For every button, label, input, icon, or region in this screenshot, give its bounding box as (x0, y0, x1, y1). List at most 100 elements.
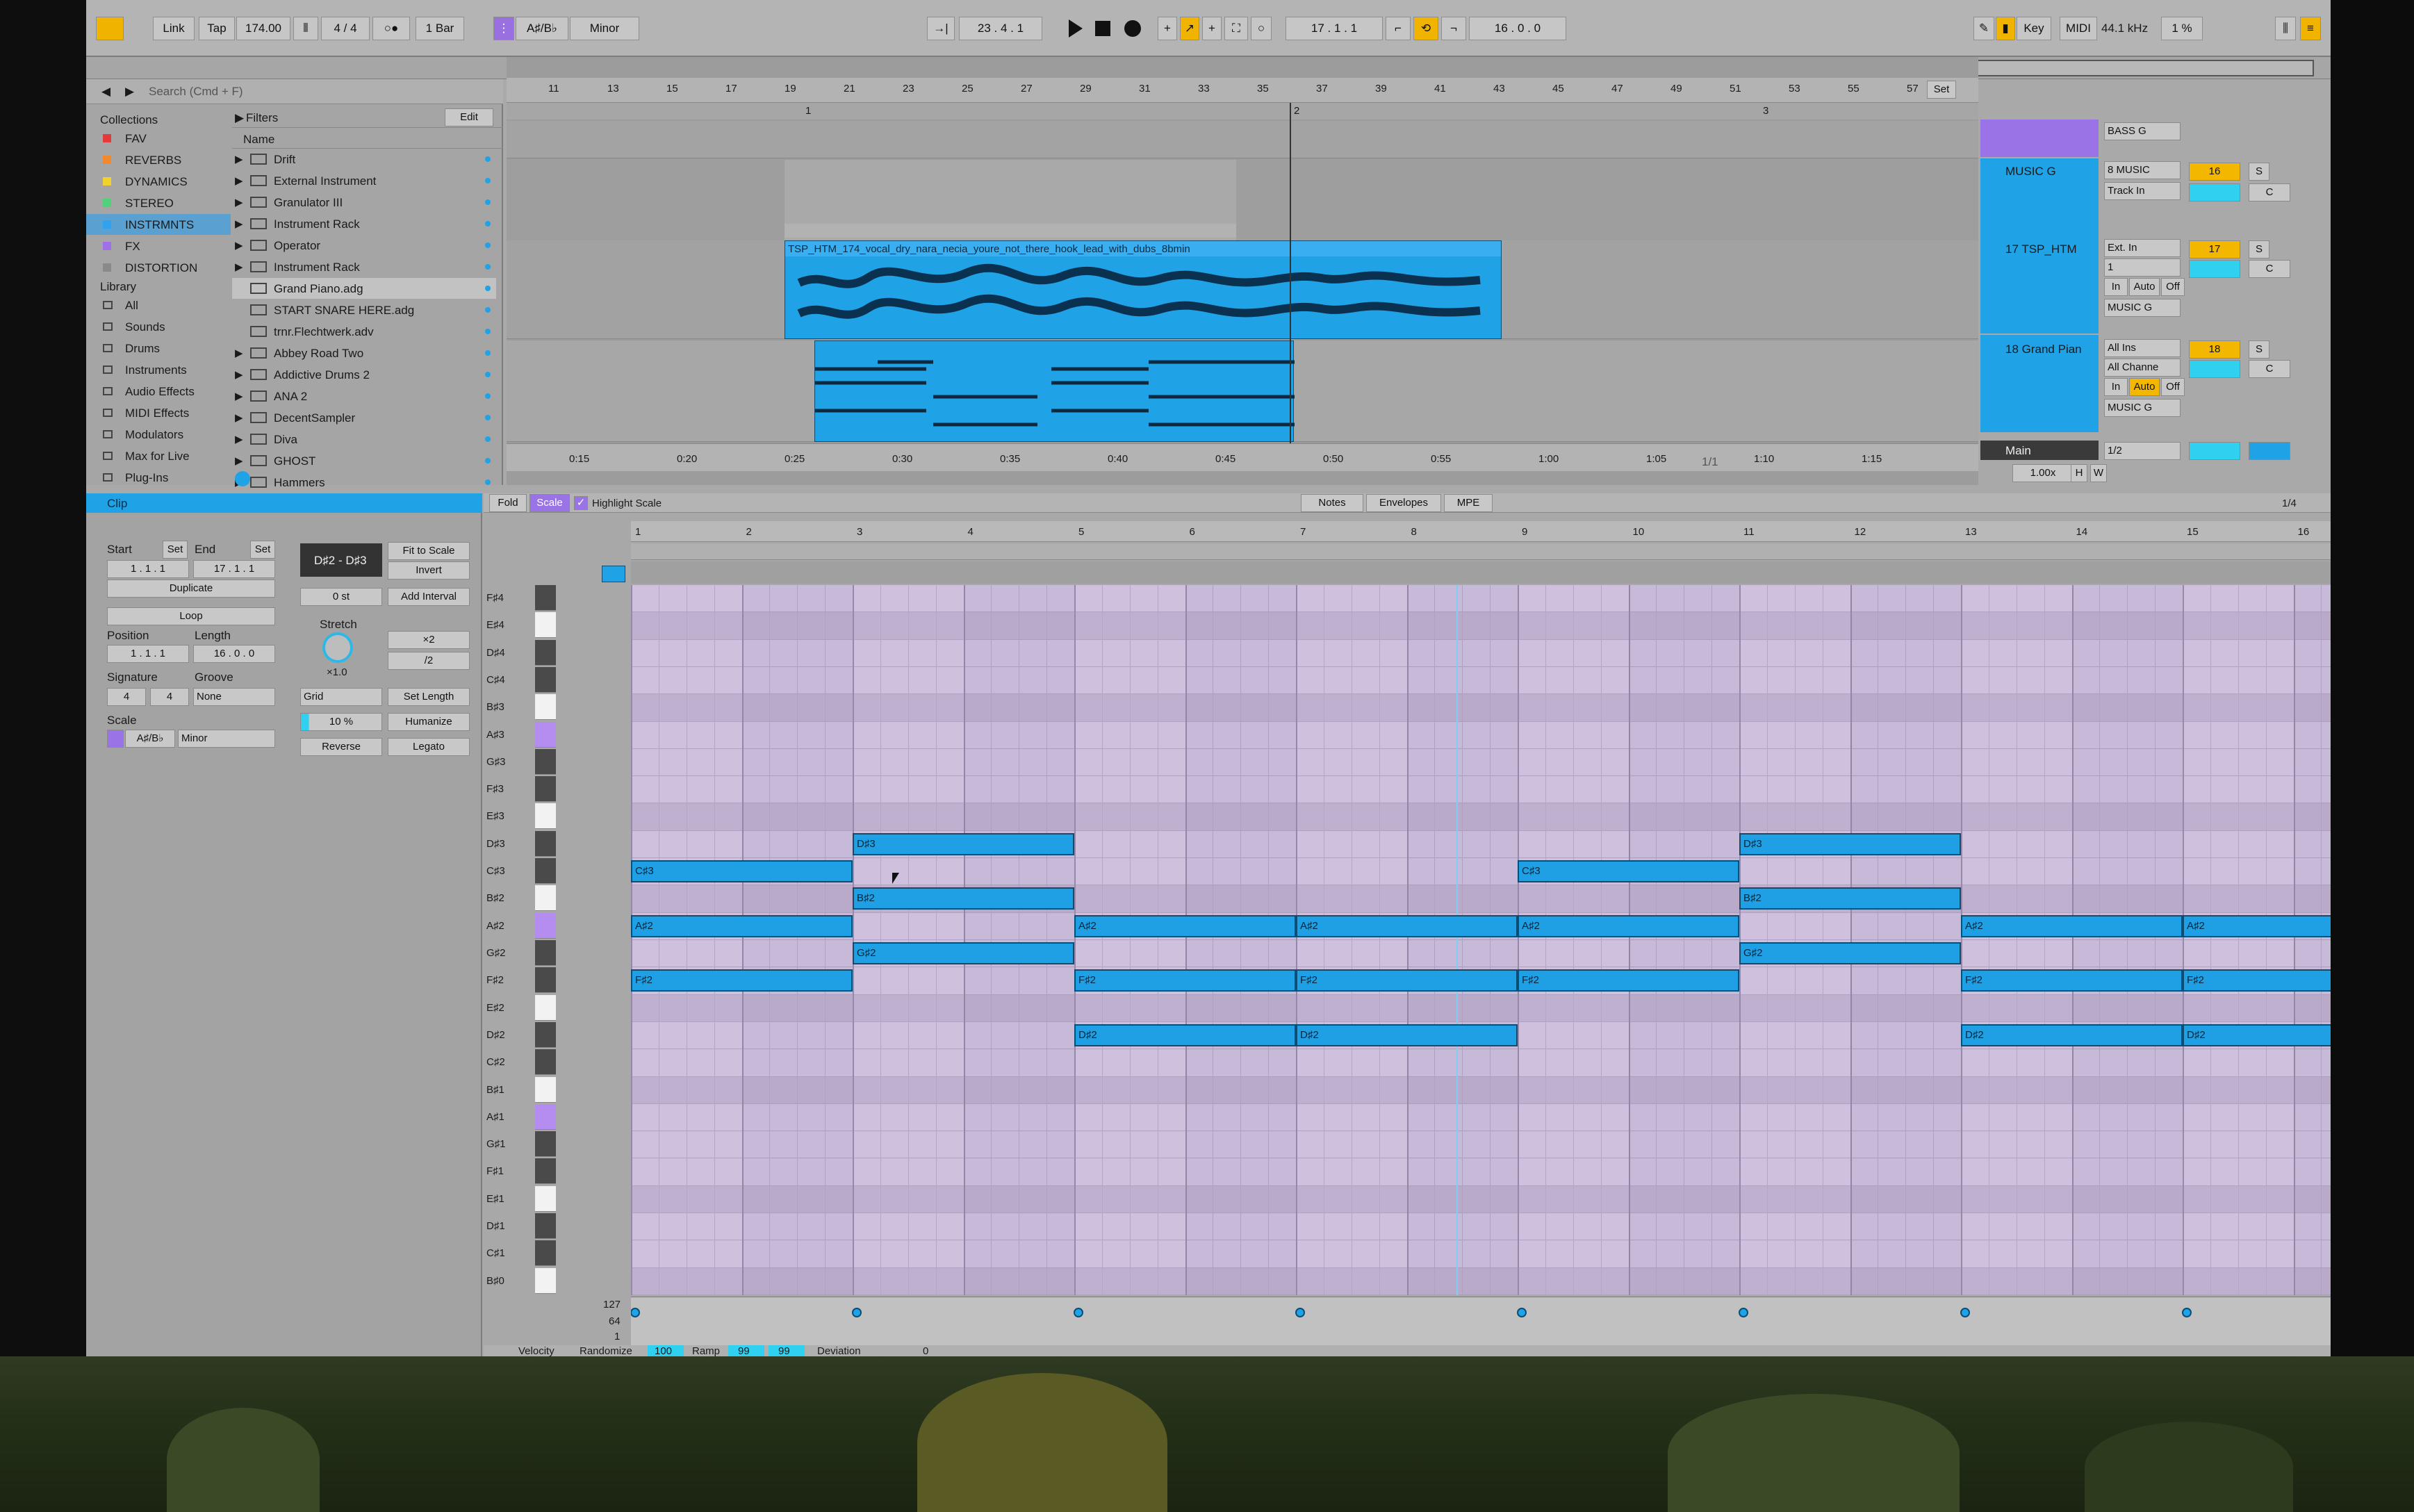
expand-icon[interactable]: ▶ (235, 434, 243, 445)
overview-toggle-icon[interactable]: ⫼ (2275, 17, 2296, 40)
piano-key[interactable] (535, 1131, 556, 1158)
width-toggle-button[interactable]: W (2090, 464, 2107, 482)
grid-dropdown[interactable]: Grid (300, 688, 382, 706)
library-item[interactable]: Instruments (86, 359, 231, 380)
piano-key[interactable] (535, 639, 556, 666)
loop-brace[interactable] (631, 543, 2331, 560)
expand-icon[interactable]: ▶ (235, 413, 243, 423)
start-field[interactable]: 1 . 1 . 1 (107, 560, 189, 578)
velocity-marker[interactable] (852, 1308, 862, 1317)
humanize-amount-field[interactable]: 10 % (300, 713, 382, 731)
highlight-scale-checkbox[interactable]: ✓ (574, 496, 588, 510)
midi-note[interactable]: D♯2 (1296, 1024, 1518, 1046)
piano-roll-scroll-strip[interactable] (631, 561, 2331, 584)
library-item[interactable]: Plug-Ins (86, 467, 231, 488)
legato-button[interactable]: Legato (388, 738, 470, 756)
piano-key[interactable] (535, 721, 556, 748)
add-folder-icon[interactable] (235, 471, 250, 486)
piano-keyboard[interactable]: F♯4 E♯4 D♯4 C♯4 B♯3 A♯3 G♯3 F♯3 E♯3 D♯3 C♯3 B♯2 A♯2 G… (484, 585, 631, 1295)
mpe-tab[interactable]: MPE (1444, 494, 1493, 512)
solo-button-music-group[interactable]: S (2249, 163, 2269, 181)
search-input[interactable]: Search (Cmd + F) (149, 85, 243, 97)
browser-item[interactable]: ▶ Drift (232, 149, 496, 170)
key-map-button[interactable]: Key (2017, 17, 2051, 40)
song-position-field[interactable]: 23 . 4 . 1 (959, 17, 1042, 40)
piano-key[interactable] (535, 940, 556, 966)
scale-toggle-icon[interactable] (107, 730, 124, 748)
input-dropdown-piano[interactable]: All Ins (2104, 339, 2181, 357)
expand-icon[interactable]: ▶ (235, 370, 243, 380)
piano-key[interactable] (535, 748, 556, 775)
midi-note[interactable]: A♯2 (1518, 914, 1739, 937)
input-dropdown-vocal[interactable]: Ext. In (2104, 239, 2181, 257)
play-icon[interactable] (1069, 19, 1083, 38)
menu-icon[interactable]: ≡ (2300, 17, 2321, 40)
velocity-marker[interactable] (1517, 1308, 1527, 1317)
add-interval-button[interactable]: Add Interval (388, 588, 470, 606)
piano-key[interactable] (535, 1021, 556, 1048)
half-button[interactable]: /2 (388, 652, 470, 670)
piano-key[interactable] (535, 994, 556, 1021)
midi-note[interactable]: A♯2 (1961, 914, 2183, 937)
pan-vocal[interactable]: C (2249, 260, 2290, 278)
zoom-field[interactable]: 1.00x (2012, 464, 2074, 482)
browser-item[interactable]: ▶ Abbey Road Two (232, 343, 496, 363)
piano-key[interactable] (535, 612, 556, 639)
midi-note[interactable]: F♯2 (1961, 969, 2183, 992)
piano-key[interactable] (535, 776, 556, 803)
view-toggle-button[interactable] (96, 17, 124, 40)
locator-marker[interactable]: 1 (805, 106, 811, 116)
velocity-lane[interactable] (631, 1297, 2331, 1345)
piano-key[interactable] (535, 694, 556, 721)
end-field[interactable]: 17 . 1 . 1 (193, 560, 275, 578)
piano-key[interactable] (535, 1049, 556, 1076)
punch-in-icon[interactable]: ⌐ (1386, 17, 1411, 40)
ramp-field-b[interactable]: 99 (769, 1345, 805, 1356)
browser-item[interactable]: ▶ ANA 2 (232, 386, 496, 406)
scale-mode-dropdown[interactable]: Minor (178, 730, 275, 748)
midi-note[interactable]: A♯2 (2183, 914, 2331, 937)
midi-map-button[interactable]: MIDI (2060, 17, 2097, 40)
fold-key-icon[interactable] (602, 566, 625, 582)
stop-icon[interactable] (1095, 21, 1110, 36)
browser-item[interactable]: ▶ DecentSampler (232, 407, 496, 428)
piano-key[interactable] (535, 912, 556, 939)
piano-key[interactable] (535, 1158, 556, 1185)
collection-item[interactable]: FAV (86, 128, 231, 149)
locator-marker[interactable]: 3 (1763, 106, 1768, 116)
position-field[interactable]: 1 . 1 . 1 (107, 645, 189, 663)
monitor-off-piano[interactable]: Off (2161, 378, 2185, 396)
signature-denominator[interactable]: 4 (150, 688, 189, 706)
length-field[interactable]: 16 . 0 . 0 (193, 645, 275, 663)
piano-key[interactable] (535, 1213, 556, 1240)
browser-item[interactable]: ▶ Instrument Rack (232, 213, 496, 234)
punch-out-icon[interactable]: ¬ (1441, 17, 1466, 40)
expand-icon[interactable]: ▶ (235, 176, 243, 186)
audio-clip[interactable]: TSP_HTM_174_vocal_dry_nara_necia_youre_n… (785, 240, 1502, 339)
browser-item[interactable]: ▶ Addictive Drums 2 (232, 364, 496, 385)
monitor-off-vocal[interactable]: Off (2161, 278, 2185, 296)
record-icon[interactable] (1124, 20, 1141, 37)
velocity-marker[interactable] (1074, 1308, 1083, 1317)
main-volume[interactable] (2189, 442, 2240, 460)
midi-note[interactable]: D♯2 (1961, 1024, 2183, 1046)
arrangement-view[interactable]: 11 13 15 17 19 21 23 25 27 29 31 33 35 37 39 41 43 45 47 49… (507, 57, 1978, 485)
midi-note[interactable]: F♯2 (2183, 969, 2331, 992)
loop-length-field[interactable]: 16 . 0 . 0 (1469, 17, 1566, 40)
deviation-value[interactable]: 0 (923, 1346, 928, 1356)
collection-item[interactable]: DISTORTION (86, 257, 231, 278)
tempo-field[interactable]: 174.00 (236, 17, 290, 40)
end-set-button[interactable]: Set (250, 541, 275, 559)
groove-dropdown[interactable]: None (193, 688, 275, 706)
velocity-marker[interactable] (1739, 1308, 1748, 1317)
browser-item[interactable]: ▶ Diva (232, 429, 496, 450)
expand-icon[interactable]: ▶ (235, 197, 243, 208)
scale-key-dropdown[interactable]: A♯/B♭ (516, 17, 568, 40)
piano-key[interactable] (535, 1240, 556, 1267)
fold-button[interactable]: Fold (489, 494, 527, 512)
velocity-marker[interactable] (1960, 1308, 1970, 1317)
tap-button[interactable]: Tap (199, 17, 235, 40)
browser-item[interactable]: ▶ GHOST (232, 450, 496, 471)
expand-icon[interactable]: ▶ (235, 391, 243, 402)
forward-icon[interactable]: ▶ (125, 85, 134, 97)
